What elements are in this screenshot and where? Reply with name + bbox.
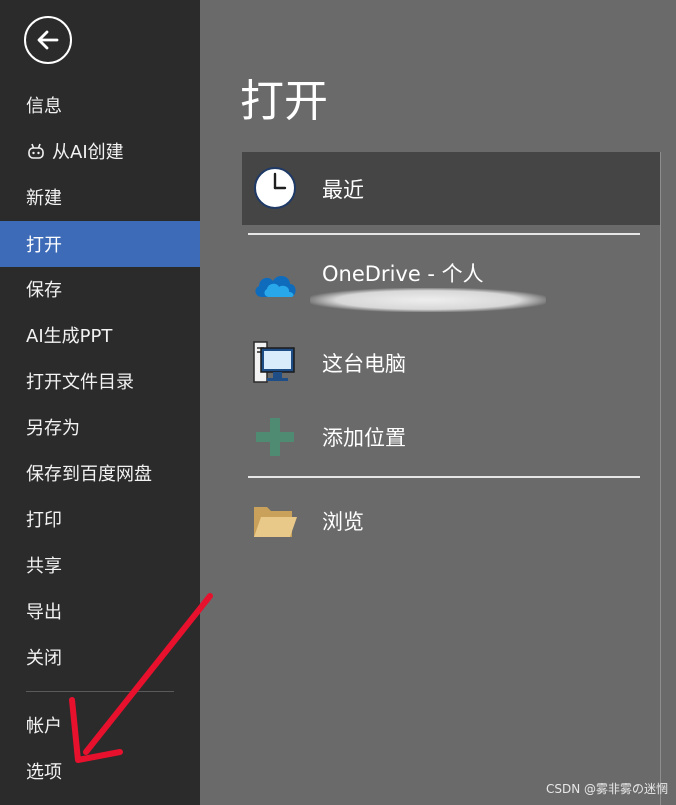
sidebar-item-close[interactable]: 关闭 — [0, 634, 200, 680]
computer-icon — [252, 340, 298, 386]
clock-icon — [252, 165, 298, 211]
sidebar-item-label: 保存 — [26, 280, 62, 301]
sidebar-item-save-as[interactable]: 另存为 — [0, 404, 200, 450]
sidebar-item-label: 导出 — [26, 602, 62, 623]
sidebar-item-label: AI生成PPT — [26, 326, 113, 347]
backstage-sidebar: 信息 从AI创建 新建 打开 保存 AI生成PPT 打开文件目录 另存为 保存到… — [0, 0, 200, 805]
location-recent[interactable]: 最近 — [242, 152, 660, 225]
robot-icon — [26, 141, 46, 161]
sidebar-item-open[interactable]: 打开 — [0, 221, 200, 267]
location-label: 最近 — [322, 178, 364, 202]
sidebar-item-label: 帐户 — [26, 716, 62, 737]
sidebar-item-share[interactable]: 共享 — [0, 542, 200, 588]
sidebar-item-label: 保存到百度网盘 — [26, 464, 152, 485]
location-this-pc[interactable]: 这台电脑 — [242, 334, 660, 392]
page-title: 打开 — [240, 76, 328, 127]
back-button[interactable] — [24, 16, 72, 64]
location-add-place[interactable]: 添加位置 — [242, 408, 660, 464]
sidebar-item-options[interactable]: 选项 — [0, 748, 200, 794]
redacted-account-email — [310, 288, 546, 312]
location-label: OneDrive - 个人 — [322, 262, 484, 286]
plus-icon — [252, 414, 298, 460]
location-label: 浏览 — [322, 510, 364, 534]
sidebar-item-create-from-ai[interactable]: 从AI创建 — [0, 128, 200, 174]
sidebar-item-save[interactable]: 保存 — [0, 266, 200, 312]
sidebar-item-label: 打开 — [26, 235, 62, 256]
folder-icon — [252, 498, 298, 544]
sidebar-item-label: 选项 — [26, 762, 62, 783]
location-browse[interactable]: 浏览 — [242, 494, 660, 546]
location-label: 添加位置 — [322, 426, 406, 450]
sidebar-item-label: 关闭 — [26, 648, 62, 669]
sidebar-item-label: 打开文件目录 — [26, 372, 134, 393]
sidebar-item-label: 从AI创建 — [52, 142, 124, 163]
location-label: 这台电脑 — [322, 352, 406, 376]
sidebar-item-label: 新建 — [26, 188, 62, 209]
sidebar-item-label: 共享 — [26, 556, 62, 577]
separator — [248, 476, 640, 478]
sidebar-item-label: 信息 — [26, 96, 62, 117]
sidebar-item-print[interactable]: 打印 — [0, 496, 200, 542]
separator — [248, 233, 640, 235]
sidebar-item-export[interactable]: 导出 — [0, 588, 200, 634]
sidebar-item-info[interactable]: 信息 — [0, 82, 200, 128]
sidebar-item-new[interactable]: 新建 — [0, 174, 200, 220]
panel-border — [660, 152, 661, 805]
sidebar-item-account[interactable]: 帐户 — [0, 702, 200, 748]
sidebar-item-save-to-baidu[interactable]: 保存到百度网盘 — [0, 450, 200, 496]
onedrive-cloud-icon — [252, 262, 298, 308]
watermark: CSDN @雾非雾の迷惘 — [545, 782, 668, 796]
sidebar-item-open-file-directory[interactable]: 打开文件目录 — [0, 358, 200, 404]
sidebar-item-label: 打印 — [26, 510, 62, 531]
sidebar-item-label: 另存为 — [26, 418, 80, 439]
sidebar-divider — [26, 691, 174, 692]
sidebar-item-ai-generate-ppt[interactable]: AI生成PPT — [0, 312, 200, 358]
back-arrow-icon — [37, 30, 59, 50]
